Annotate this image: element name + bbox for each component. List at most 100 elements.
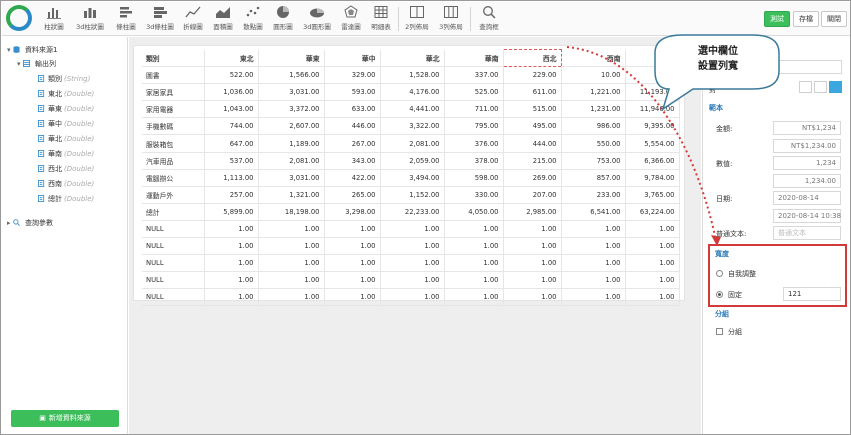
field-item[interactable]: 華南 (Double) [38,148,94,160]
table-cell[interactable]: 2,081.00 [380,134,445,153]
table-cell[interactable]: 495.00 [503,117,562,136]
table-cell[interactable]: 3,322.00 [380,117,445,136]
table-cell[interactable]: 744.00 [204,117,259,136]
table-cell[interactable]: 1.00 [444,288,504,307]
table-cell[interactable]: 2,985.00 [503,203,562,221]
table-cell[interactable]: 1.00 [625,288,680,307]
table-cell[interactable]: 1.00 [503,237,562,256]
table-cell[interactable]: 267.00 [324,134,381,153]
table-cell[interactable]: 電腦辦公 [142,169,205,187]
table-cell[interactable]: 1.00 [324,237,381,256]
table-cell[interactable]: 6,541.00 [561,203,626,221]
table-cell[interactable]: 3,031.00 [258,169,325,187]
table-cell[interactable]: 1,036.00 [204,83,259,102]
tree-output-columns[interactable]: ▾ 輸出列 [17,58,56,70]
field-item[interactable]: 華北 (Double) [38,133,94,145]
table-cell[interactable]: 1.00 [561,271,626,290]
table-cell[interactable]: 207.00 [503,186,562,204]
table-cell[interactable]: 265.00 [324,186,381,204]
toolbar-two-column-layout[interactable]: 2列佈局 [402,5,432,34]
group-checkbox[interactable] [716,328,723,335]
table-cell[interactable]: 1.00 [444,254,504,273]
table-cell[interactable]: 1.00 [324,271,381,290]
table-cell[interactable]: 378.00 [444,152,504,170]
table-cell[interactable]: 22,233.00 [380,203,445,221]
table-cell[interactable]: 446.00 [324,117,381,136]
table-cell[interactable]: 1.00 [380,271,445,290]
table-cell[interactable]: 2,059.00 [380,152,445,170]
table-cell[interactable]: 1,231.00 [561,100,626,119]
table-cell[interactable]: 422.00 [324,169,381,187]
table-cell[interactable]: 1.00 [561,220,626,239]
field-item[interactable]: 類別 (String) [38,73,90,85]
table-cell[interactable]: 1.00 [258,237,325,256]
table-cell[interactable]: 1.00 [204,288,259,307]
table-cell[interactable]: 3,494.00 [380,169,445,187]
table-cell[interactable]: NULL [142,254,205,273]
toolbar-stacked-bar[interactable]: 條柱圖 [112,5,140,34]
toolbar-area-chart[interactable]: 面積圖 [210,5,236,34]
column-header[interactable]: 華中 [324,49,381,68]
table-cell[interactable]: 1,152.00 [380,186,445,204]
table-cell[interactable]: 手機數碼 [142,117,205,136]
table-cell[interactable]: 11,946.00 [625,100,680,119]
table-cell[interactable]: 5,554.00 [625,134,680,153]
expand-toggle-icon[interactable]: ▸ [7,219,11,227]
table-cell[interactable]: 家居家具 [142,83,205,102]
table-cell[interactable]: 857.00 [561,169,626,187]
field-item[interactable]: 華東 (Double) [38,103,94,115]
table-cell[interactable]: 1.00 [380,237,445,256]
column-header[interactable]: 東北 [204,49,259,68]
column-header[interactable] [625,49,680,68]
date-format-option[interactable]: 2020-08-14 [773,191,841,205]
table-cell[interactable]: 1.00 [503,271,562,290]
table-cell[interactable]: 1.00 [625,220,680,239]
selected-column-header[interactable]: 西北 [502,48,562,68]
align-right-button[interactable] [829,81,842,93]
table-cell[interactable]: 1,321.00 [258,186,325,204]
toolbar-bar-3d-chart[interactable]: 3d柱狀圖 [74,5,106,34]
table-cell[interactable]: 1.00 [503,220,562,239]
table-cell[interactable]: 598.00 [444,169,504,187]
table-cell[interactable]: 522.00 [204,66,259,85]
add-datasource-button[interactable]: ▣ 新增資料來源 [11,410,119,427]
table-cell[interactable]: 1.00 [503,288,562,307]
table-cell[interactable]: 1,221.00 [561,83,626,102]
table-cell[interactable]: 593.00 [324,83,381,102]
table-cell[interactable]: 795.00 [444,117,504,136]
table-cell[interactable]: 330.00 [444,186,504,204]
toolbar-three-column-layout[interactable]: 3列佈局 [436,5,466,34]
table-cell[interactable]: 1.00 [204,220,259,239]
table-cell[interactable]: 633.00 [324,100,381,119]
field-item[interactable]: 華中 (Double) [38,118,94,130]
align-center-button[interactable] [814,81,827,93]
tree-query-params[interactable]: ▸ 查詢參數 [7,217,53,229]
table-cell[interactable]: 1.00 [380,254,445,273]
table-cell[interactable]: 1.00 [258,271,325,290]
table-cell[interactable]: 5,899.00 [204,203,259,221]
table-cell[interactable]: 233.00 [561,186,626,204]
table-cell[interactable]: 2,607.00 [258,117,325,136]
text-format-option[interactable]: 普通文本 [773,226,841,240]
table-cell[interactable]: 215.00 [503,152,562,170]
toolbar-detail-table[interactable]: 明細表 [368,5,394,34]
toolbar-radar-chart[interactable]: 雷達圖 [338,5,364,34]
table-cell[interactable]: 1,113.00 [204,169,259,187]
close-button[interactable]: 關閉 [821,11,847,27]
table-cell[interactable]: 1.00 [503,254,562,273]
table-cell[interactable]: 753.00 [561,152,626,170]
table-cell[interactable]: 18,198.00 [258,203,325,221]
column-header[interactable]: 類別 [142,49,205,68]
table-cell[interactable]: 611.00 [503,83,562,102]
table-cell[interactable]: 1.00 [324,288,381,307]
table-cell[interactable]: 1.00 [204,254,259,273]
table-cell[interactable]: 9,784.00 [625,169,680,187]
table-cell[interactable]: 3,031.00 [258,83,325,102]
table-cell[interactable]: 圖書 [142,66,205,85]
column-header[interactable]: 西南 [561,49,626,68]
column-header[interactable]: 華北 [380,49,445,68]
table-cell[interactable]: 444.00 [503,134,562,153]
table-cell[interactable]: 1.00 [380,220,445,239]
table-cell[interactable]: 1.00 [258,220,325,239]
table-cell[interactable]: 家用電器 [142,100,205,119]
